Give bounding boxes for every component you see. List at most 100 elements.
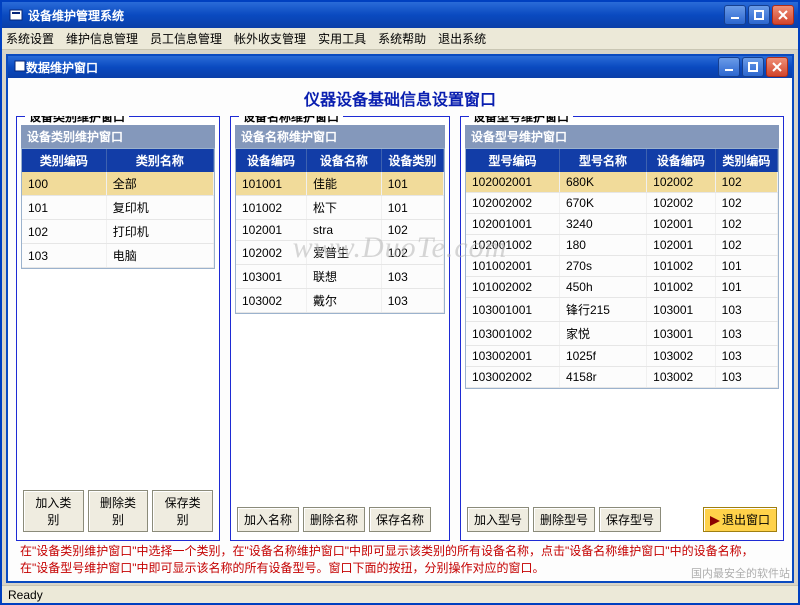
child-minimize-button[interactable]: [718, 57, 740, 77]
main-title: 设备维护管理系统: [28, 7, 724, 24]
table-row[interactable]: 1030020024158r103002103: [466, 367, 778, 388]
model-buttons: 加入型号 删除型号 保存型号 退出窗口: [465, 503, 779, 536]
save-model-button[interactable]: 保存型号: [599, 507, 661, 532]
model-header: 设备型号维护窗口: [465, 125, 779, 148]
device-name-grid[interactable]: 设备编码 设备名称 设备类别 101001佳能101101002松下101102…: [235, 148, 445, 314]
cell: 佳能: [307, 172, 382, 196]
category-col-name: 类别名称: [106, 149, 213, 172]
table-row[interactable]: 102002002670K102002102: [466, 193, 778, 214]
save-category-button[interactable]: 保存类别: [152, 490, 213, 532]
cell: 打印机: [106, 220, 213, 244]
cell: 102002002: [466, 193, 559, 214]
delete-category-button[interactable]: 删除类别: [88, 490, 149, 532]
page-title: 仪器设备基础信息设置窗口: [16, 86, 784, 110]
cell: 102: [715, 214, 777, 235]
cell: 102002: [647, 193, 716, 214]
device-name-panel: 设备名称维护窗口 设备名称维护窗口 设备编码 设备名称 设备类别 101001: [230, 116, 450, 541]
child-close-button[interactable]: [766, 57, 788, 77]
cell: 全部: [106, 172, 213, 196]
device-name-legend: 设备名称维护窗口: [239, 116, 343, 125]
model-col-model-name: 型号名称: [559, 149, 646, 172]
main-window-buttons: [724, 5, 794, 25]
cell: 松下: [307, 196, 382, 220]
table-row[interactable]: 103电脑: [22, 244, 214, 268]
child-window: 数据维护窗口 仪器设备基础信息设置窗口: [6, 54, 794, 583]
cell: 102002001: [466, 172, 559, 193]
category-grid[interactable]: 类别编码 类别名称 100全部101复印机102打印机103电脑: [21, 148, 215, 269]
menu-account-io[interactable]: 帐外收支管理: [234, 30, 306, 47]
table-row[interactable]: 103001联想103: [236, 265, 444, 289]
delete-model-button[interactable]: 删除型号: [533, 507, 595, 532]
category-panel: 设备类别维护窗口 设备类别维护窗口 类别编码 类别名称 100全部101复印机1…: [16, 116, 220, 541]
cell: 101: [22, 196, 106, 220]
add-model-button[interactable]: 加入型号: [467, 507, 529, 532]
device-name-header: 设备名称维护窗口: [235, 125, 445, 148]
cell: 103001: [647, 322, 716, 346]
cell: 102: [22, 220, 106, 244]
cell: 102: [381, 241, 443, 265]
maximize-button[interactable]: [748, 5, 770, 25]
cell: 103002: [236, 289, 307, 313]
menu-exit[interactable]: 退出系统: [438, 30, 486, 47]
category-legend: 设备类别维护窗口: [25, 116, 129, 125]
cell: 1025f: [559, 346, 646, 367]
table-row[interactable]: 101002002450h101002101: [466, 277, 778, 298]
cell: 103: [381, 265, 443, 289]
menu-employee-info[interactable]: 员工信息管理: [150, 30, 222, 47]
add-device-name-button[interactable]: 加入名称: [237, 507, 299, 532]
table-row[interactable]: 101001佳能101: [236, 172, 444, 196]
minimize-button[interactable]: [724, 5, 746, 25]
exit-window-button[interactable]: 退出窗口: [703, 507, 777, 532]
model-grid[interactable]: 型号编码 型号名称 设备编码 类别编码 102002001680K1020021…: [465, 148, 779, 389]
cell: 联想: [307, 265, 382, 289]
cell: 102: [381, 220, 443, 241]
table-row[interactable]: 102打印机: [22, 220, 214, 244]
table-row[interactable]: 102002001680K102002102: [466, 172, 778, 193]
cell: 103001001: [466, 298, 559, 322]
cell: 450h: [559, 277, 646, 298]
save-device-name-button[interactable]: 保存名称: [369, 507, 431, 532]
category-col-code: 类别编码: [22, 149, 106, 172]
menu-help[interactable]: 系统帮助: [378, 30, 426, 47]
delete-device-name-button[interactable]: 删除名称: [303, 507, 365, 532]
add-category-button[interactable]: 加入类别: [23, 490, 84, 532]
table-row[interactable]: 100全部: [22, 172, 214, 196]
model-col-model-code: 型号编码: [466, 149, 559, 172]
table-row[interactable]: 1030020011025f103002103: [466, 346, 778, 367]
table-row[interactable]: 103001001锋行215103001103: [466, 298, 778, 322]
columns: 设备类别维护窗口 设备类别维护窗口 类别编码 类别名称 100全部101复印机1…: [16, 116, 784, 541]
cell: 670K: [559, 193, 646, 214]
table-row[interactable]: 101复印机: [22, 196, 214, 220]
cell: 102: [715, 235, 777, 256]
cell: 101002001: [466, 256, 559, 277]
table-row[interactable]: 1020010013240102001102: [466, 214, 778, 235]
table-row[interactable]: 102001stra102: [236, 220, 444, 241]
cell: 103001: [236, 265, 307, 289]
close-button[interactable]: [772, 5, 794, 25]
model-col-device-code: 设备编码: [647, 149, 716, 172]
model-panel: 设备型号维护窗口 设备型号维护窗口 型号编码 型号名称 设备编码 类别编码: [460, 116, 784, 541]
cell: 101: [381, 196, 443, 220]
cell: 101: [381, 172, 443, 196]
cell: 102001: [236, 220, 307, 241]
cell: 103001002: [466, 322, 559, 346]
table-row[interactable]: 101002001270s101002101: [466, 256, 778, 277]
cell: 101002002: [466, 277, 559, 298]
model-legend: 设备型号维护窗口: [469, 116, 573, 125]
menu-maintenance-info[interactable]: 维护信息管理: [66, 30, 138, 47]
menu-tools[interactable]: 实用工具: [318, 30, 366, 47]
main-window: 设备维护管理系统 系统设置 维护信息管理 员工信息管理 帐外收支管理 实用工具 …: [0, 0, 800, 605]
cell: 101002: [647, 277, 716, 298]
table-row[interactable]: 102001002180102001102: [466, 235, 778, 256]
menu-system-settings[interactable]: 系统设置: [6, 30, 54, 47]
cell: 锋行215: [559, 298, 646, 322]
table-row[interactable]: 102002爱普生102: [236, 241, 444, 265]
cell: 101: [715, 277, 777, 298]
child-maximize-button[interactable]: [742, 57, 764, 77]
statusbar: Ready: [2, 585, 798, 603]
table-row[interactable]: 103001002家悦103001103: [466, 322, 778, 346]
cell: 102001: [647, 214, 716, 235]
table-row[interactable]: 101002松下101: [236, 196, 444, 220]
table-row[interactable]: 103002戴尔103: [236, 289, 444, 313]
category-header: 设备类别维护窗口: [21, 125, 215, 148]
